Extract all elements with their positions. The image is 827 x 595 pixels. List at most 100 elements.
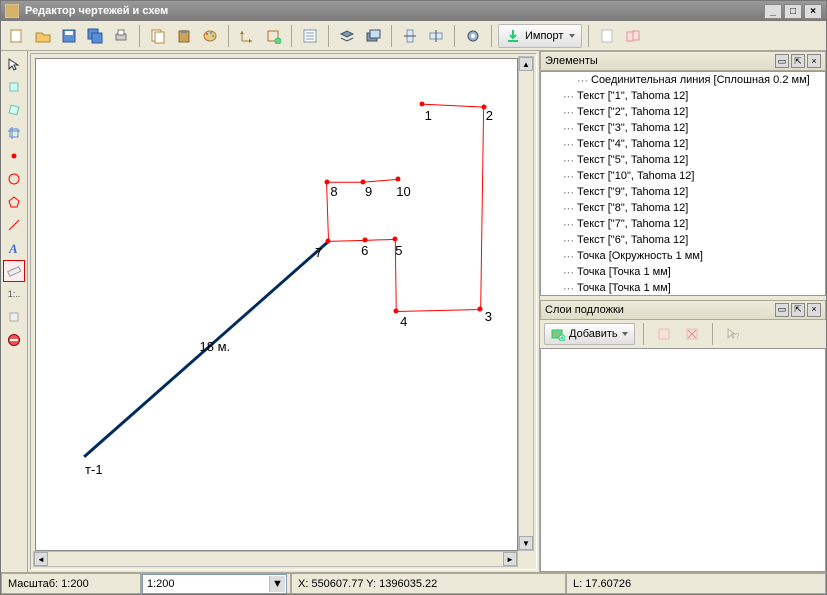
tree-item-label: Точка [Точка 1 мм] <box>577 266 671 278</box>
elements-panel-header: Элементы ▭ ⇱ × <box>540 51 826 71</box>
layers-title: Слои подложки <box>545 304 624 316</box>
line-tool[interactable] <box>3 214 25 236</box>
scroll-right-icon[interactable]: ► <box>503 552 517 566</box>
gear-button[interactable] <box>461 24 485 48</box>
hand-tool[interactable] <box>3 76 25 98</box>
ruler-tool[interactable] <box>3 260 25 282</box>
crop-tool[interactable] <box>3 122 25 144</box>
layers-button[interactable] <box>335 24 359 48</box>
axes-button[interactable] <box>235 24 259 48</box>
tree-item[interactable]: ⋯Текст ["10", Tahoma 12] <box>541 168 825 184</box>
add-layer-button[interactable]: Добавить <box>544 323 635 345</box>
layers-menu-button[interactable]: ▭ <box>775 303 789 317</box>
tree-item[interactable]: ⋯Текст ["5", Tahoma 12] <box>541 152 825 168</box>
vertical-scrollbar[interactable]: ▲ ▼ <box>518 56 534 551</box>
layer-up-button[interactable] <box>361 24 385 48</box>
app-icon <box>5 4 19 18</box>
tree-item[interactable]: ⋯Текст ["3", Tahoma 12] <box>541 120 825 136</box>
drawing-canvas[interactable]: 1 2 3 4 5 6 7 8 9 10 т-1 18 м. <box>35 58 518 551</box>
import-button[interactable]: Импорт <box>498 24 582 48</box>
stop-tool[interactable] <box>3 329 25 351</box>
statusbar: Масштаб: 1:200 1:200 ▼ X: 550607.77 Y: 1… <box>1 572 826 594</box>
lock-tool[interactable] <box>3 306 25 328</box>
tree-item[interactable]: ⋯Текст ["1", Tahoma 12] <box>541 88 825 104</box>
tree-dots-icon: ⋯ <box>563 186 573 199</box>
pointer-tool[interactable] <box>3 53 25 75</box>
save-button[interactable] <box>57 24 81 48</box>
elements-tree[interactable]: ⋯Соединительная линия [Сплошная 0.2 мм]⋯… <box>540 71 826 296</box>
label-4: 4 <box>400 314 407 329</box>
tree-item-label: Текст ["10", Tahoma 12] <box>577 170 694 182</box>
pages-button[interactable] <box>621 24 645 48</box>
scale-combo[interactable]: 1:200 ▼ <box>142 574 287 594</box>
layers-tree[interactable] <box>540 348 826 573</box>
tree-dots-icon: ⋯ <box>563 138 573 151</box>
rotate-tool[interactable] <box>3 99 25 121</box>
svg-text:A: A <box>8 241 18 255</box>
scroll-left-icon[interactable]: ◄ <box>34 552 48 566</box>
tree-item-label: Текст ["2", Tahoma 12] <box>577 106 688 118</box>
layers-pin-button[interactable]: ⇱ <box>791 303 805 317</box>
maximize-button[interactable]: □ <box>784 4 802 19</box>
tree-item[interactable]: ⋯Текст ["7", Tahoma 12] <box>541 216 825 232</box>
scroll-down-icon[interactable]: ▼ <box>519 536 533 550</box>
layer-help-button[interactable]: ? <box>721 322 745 346</box>
tree-item-label: Текст ["1", Tahoma 12] <box>577 90 688 102</box>
height-button[interactable] <box>424 24 448 48</box>
scale-readout: 1:.. <box>3 283 25 305</box>
minimize-button[interactable]: _ <box>764 4 782 19</box>
tree-item[interactable]: ⋯Точка [Окружность 1 мм] <box>541 248 825 264</box>
layer-delete-button[interactable] <box>680 322 704 346</box>
tree-item[interactable]: ⋯Текст ["2", Tahoma 12] <box>541 104 825 120</box>
page-button[interactable] <box>595 24 619 48</box>
tree-dots-icon: ⋯ <box>563 122 573 135</box>
label-t1: т-1 <box>85 462 103 477</box>
panel-menu-button[interactable]: ▭ <box>775 54 789 68</box>
tool-palette: A 1:.. <box>1 51 28 572</box>
horizontal-scrollbar[interactable]: ◄ ► <box>33 551 518 567</box>
layers-panel-header: Слои подложки ▭ ⇱ × <box>540 300 826 320</box>
palette-button[interactable] <box>198 24 222 48</box>
label-5: 5 <box>395 243 402 258</box>
text-tool[interactable]: A <box>3 237 25 259</box>
tree-item[interactable]: ⋯Точка [Точка 1 мм] <box>541 264 825 280</box>
tree-item[interactable]: ⋯Текст ["4", Tahoma 12] <box>541 136 825 152</box>
scroll-up-icon[interactable]: ▲ <box>519 57 533 71</box>
width-button[interactable] <box>398 24 422 48</box>
label-dist: 18 м. <box>200 339 231 354</box>
save-all-button[interactable] <box>83 24 107 48</box>
status-scale-label: Масштаб: 1:200 <box>1 573 141 594</box>
add-layer-label: Добавить <box>569 328 618 340</box>
layers-close-button[interactable]: × <box>807 303 821 317</box>
point-tool[interactable] <box>3 145 25 167</box>
paste-button[interactable] <box>172 24 196 48</box>
list-button[interactable] <box>298 24 322 48</box>
svg-text:?: ? <box>735 332 740 341</box>
layer-edit-button[interactable] <box>652 322 676 346</box>
panel-close-button[interactable]: × <box>807 54 821 68</box>
status-coords: X: 550607.77 Y: 1396035.22 <box>291 573 566 594</box>
new-doc-button[interactable] <box>5 24 29 48</box>
open-button[interactable] <box>31 24 55 48</box>
tree-dots-icon: ⋯ <box>577 74 587 87</box>
tree-item[interactable]: ⋯Точка [Точка 1 мм] <box>541 280 825 296</box>
grid-button[interactable] <box>261 24 285 48</box>
print-button[interactable] <box>109 24 133 48</box>
tree-item[interactable]: ⋯Текст ["8", Tahoma 12] <box>541 200 825 216</box>
panel-pin-button[interactable]: ⇱ <box>791 54 805 68</box>
chevron-down-icon: ▼ <box>269 576 285 592</box>
label-9: 9 <box>365 184 372 199</box>
tree-item[interactable]: ⋯Текст ["9", Tahoma 12] <box>541 184 825 200</box>
close-button[interactable]: × <box>804 4 822 19</box>
circle-tool[interactable] <box>3 168 25 190</box>
tree-item-label: Текст ["7", Tahoma 12] <box>577 218 688 230</box>
main-toolbar: Импорт <box>1 21 826 51</box>
polygon-tool[interactable] <box>3 191 25 213</box>
window-title: Редактор чертежей и схем <box>25 5 168 17</box>
tree-item[interactable]: ⋯Соединительная линия [Сплошная 0.2 мм] <box>541 72 825 88</box>
label-3: 3 <box>485 309 492 324</box>
tree-item[interactable]: ⋯Текст ["6", Tahoma 12] <box>541 232 825 248</box>
add-icon <box>551 327 565 341</box>
chevron-down-icon <box>569 34 575 38</box>
copy-button[interactable] <box>146 24 170 48</box>
